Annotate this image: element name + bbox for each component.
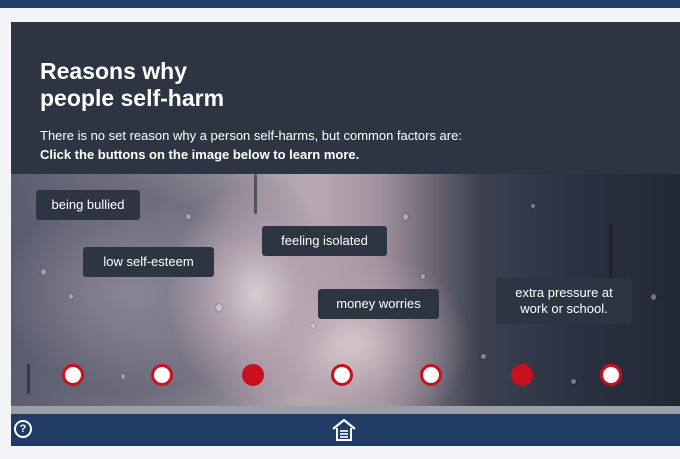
tag-extra-pressure: extra pressure at work or school. [496,278,632,324]
home-icon[interactable] [331,418,357,442]
page-title: Reasons why people self-harm [40,58,225,111]
hotspot-button-7[interactable] [600,364,622,386]
rain-drop [69,294,73,299]
hotspot-button-1[interactable] [62,364,84,386]
hotspot-button-3[interactable] [242,364,264,386]
instruction-text: Click the buttons on the image below to … [40,147,360,162]
tag-feeling-isolated: feeling isolated [262,226,387,256]
top-bar [0,0,680,8]
hotspot-button-6[interactable] [511,364,533,386]
rain-drop [481,354,486,359]
intro-sentence: There is no set reason why a person self… [40,128,462,143]
rain-drop [311,324,315,328]
rain-drop [41,269,46,275]
hotspot-button-5[interactable] [420,364,442,386]
rain-drop [121,374,125,379]
rain-drop [421,274,425,279]
rain-drop [186,214,191,219]
rain-drop [216,304,222,311]
rain-drop [403,214,408,220]
header-area: Reasons why people self-harm There is no… [11,22,680,174]
intro-text: There is no set reason why a person self… [40,126,660,164]
rain-drop [571,379,576,384]
tag-being-bullied: being bullied [36,190,140,220]
footer-nav: ? [11,414,680,446]
content-panel: Reasons why people self-harm There is no… [11,22,680,414]
hotspot-button-4[interactable] [331,364,353,386]
rain-window-photo: being bullied low self-esteem feeling is… [11,174,680,406]
rain-drop [531,204,535,208]
tag-low-self-esteem: low self-esteem [83,247,214,277]
progress-strip [11,406,680,414]
rain-streak [254,174,257,214]
rain-drop [651,294,656,300]
hotspot-button-2[interactable] [151,364,173,386]
tag-money-worries: money worries [318,289,439,319]
rain-streak [27,364,30,394]
question-mark-icon[interactable]: ? [14,420,32,438]
